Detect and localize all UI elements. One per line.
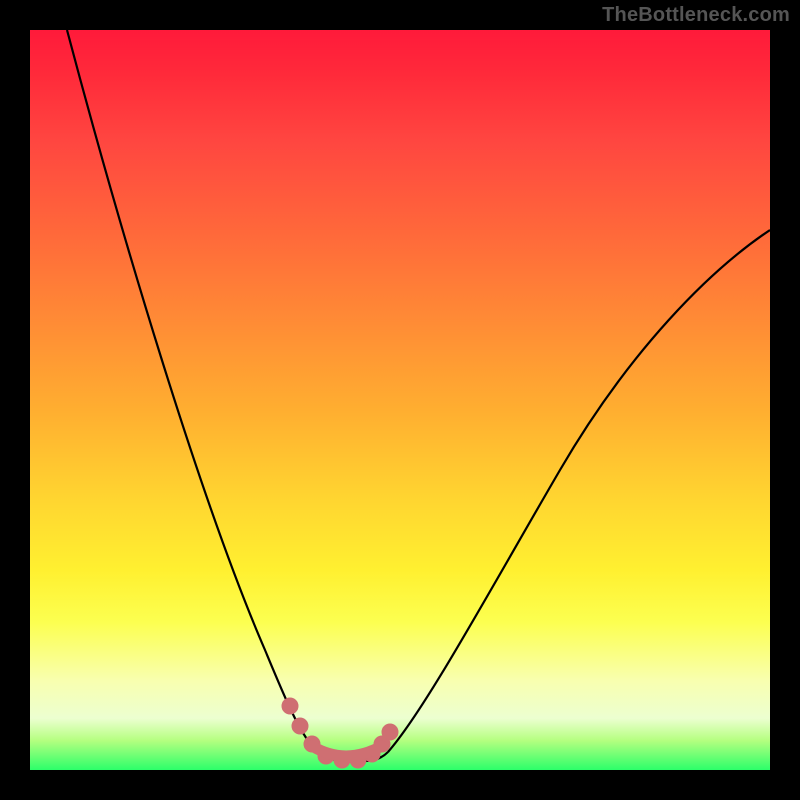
bottleneck-curve [67, 30, 770, 761]
curve-right [388, 230, 770, 752]
optimal-marker [282, 698, 298, 714]
plot-area [30, 30, 770, 770]
optimal-marker [382, 724, 398, 740]
optimal-marker [292, 718, 308, 734]
chart-container: TheBottleneck.com [0, 0, 800, 800]
curve-left [67, 30, 315, 750]
watermark-text: TheBottleneck.com [602, 4, 790, 27]
optimal-marker-connector [312, 746, 382, 756]
chart-svg [30, 30, 770, 770]
